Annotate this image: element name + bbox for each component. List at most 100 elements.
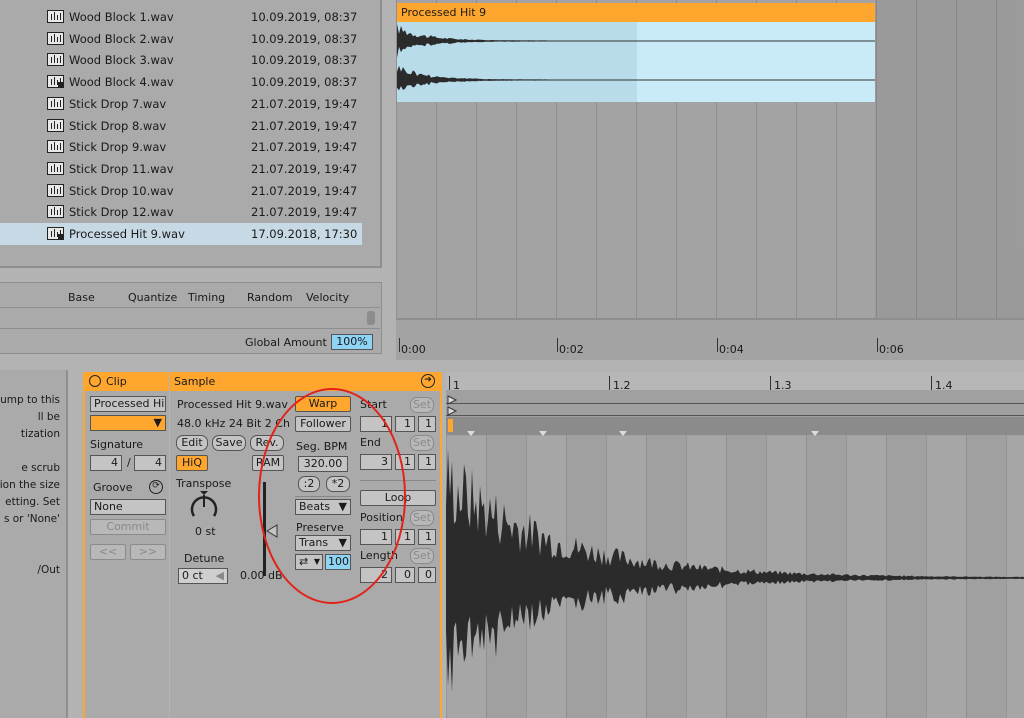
groove-header-quantize[interactable]: Quantize [128,291,177,304]
file-name: Processed Hit 9.wav [69,227,185,241]
length-set-button[interactable]: Set [410,548,434,564]
file-list-item[interactable]: Stick Drop 8.wav 21.07.2019, 19:47 [0,115,362,137]
warp-marker-orange[interactable] [448,419,453,432]
position-set-button[interactable]: Set [410,510,434,526]
detune-field[interactable]: 0 ct ◀ [178,568,228,584]
length-beat-field[interactable]: 0 [395,567,415,583]
warp-marker-triangle-icon[interactable] [539,431,547,436]
file-name: Wood Block 3.wav [69,53,174,68]
annotation-circle [258,388,406,604]
groove-hotswap-icon[interactable]: ⟳ [149,480,163,494]
arrangement-clip-body[interactable] [397,22,875,102]
clip-panel-header: Clip [85,372,169,391]
clip-activator-icon[interactable] [89,375,101,387]
file-list-item[interactable]: Stick Drop 10.wav 21.07.2019, 19:47 [0,180,362,202]
file-list-item[interactable]: Wood Block 4.wav 10.09.2019, 08:37 [0,71,362,93]
triangle-left-icon: ◀ [215,569,224,582]
info-view: ump to this ll be tization e scrub tion the … [0,370,68,718]
start-end-flags-icon[interactable] [447,395,459,419]
file-name: Stick Drop 12.wav [69,205,174,220]
groove-label: Groove [93,481,133,494]
time-tick [557,338,558,352]
prev-clip-button[interactable]: << [90,544,126,560]
file-date: 21.07.2019, 19:47 [251,140,358,155]
waveform-file-icon [47,183,64,197]
detune-value: 0 ct [182,569,203,582]
beat-label: 1.4 [935,379,953,392]
info-text-line: ll be [37,411,60,423]
sample-panel-title: Sample [174,375,216,388]
file-name: Wood Block 1.wav [69,10,174,24]
file-list-item[interactable]: Processed Hit 9.wav 17.09.2018, 17:30 [0,223,362,245]
end-sixteenth-field[interactable]: 1 [418,454,436,470]
file-list-item[interactable]: Wood Block 2.wav 10.09.2019, 08:37 [0,28,362,50]
waveform-file-icon [47,53,64,67]
warp-marker-lane[interactable] [446,417,1024,435]
file-date: 21.07.2019, 19:47 [251,183,358,198]
file-list-item[interactable]: Stick Drop 9.wav 21.07.2019, 19:47 [0,136,362,158]
warp-marker-triangle-icon[interactable] [467,431,475,436]
file-list-item[interactable]: Wood Block 1.wav 10.09.2019, 08:37 [0,6,362,28]
arrangement-waveform [397,22,875,102]
beat-label: 1.3 [774,379,792,392]
clip-panel-title: Clip [106,375,127,388]
start-beat-field[interactable]: 1 [395,416,415,432]
info-text-line: tization [20,428,60,440]
info-text-line: e scrub [21,462,60,474]
global-amount-field[interactable]: 100% [331,334,373,350]
time-tick [877,338,878,352]
groove-header-timing[interactable]: Timing [188,291,225,304]
file-list-item[interactable]: Stick Drop 7.wav 21.07.2019, 19:47 [0,93,362,115]
signature-denominator[interactable]: 4 [134,455,166,471]
groove-select[interactable]: None [90,499,166,515]
next-clip-button[interactable]: >> [130,544,166,560]
waveform-file-icon [47,75,64,89]
signature-numerator[interactable]: 4 [90,455,122,471]
lock-badge-icon [58,234,64,240]
save-button[interactable]: Save [212,435,246,451]
lock-badge-icon [58,82,64,89]
arrow-right-icon[interactable]: ➔ [421,374,435,388]
transpose-label: Transpose [176,477,232,490]
chevron-down-icon: ▼ [153,416,162,429]
hiq-button[interactable]: HiQ [176,455,208,471]
info-text-line: s or 'None' [3,513,60,525]
end-set-button[interactable]: Set [410,435,434,451]
start-set-button[interactable]: Set [410,397,434,413]
file-date: 10.09.2019, 08:37 [251,75,358,90]
file-name: Wood Block 2.wav [69,31,174,46]
file-list-item[interactable]: Stick Drop 11.wav 21.07.2019, 19:47 [0,158,362,180]
file-list-item[interactable]: Stick Drop 12.wav 21.07.2019, 19:47 [0,201,362,223]
file-name: Stick Drop 11.wav [69,161,174,176]
file-name: Stick Drop 9.wav [69,140,167,155]
gain-value: 0.00 dB [240,569,283,582]
time-tick [399,338,400,352]
groove-divider-2 [0,328,380,329]
info-text-line: /Out [37,564,60,576]
file-list-item[interactable]: Wood Block 3.wav 10.09.2019, 08:37 [0,49,362,71]
start-sixteenth-field[interactable]: 1 [418,416,436,432]
position-sixteenth-field[interactable]: 1 [418,529,436,545]
clip-loop-region [397,22,637,102]
clip-color-select[interactable]: ▼ [90,415,166,431]
transpose-knob-icon[interactable] [188,490,220,524]
groove-scrollbar[interactable] [367,311,375,325]
end-marker-line [446,415,1024,416]
arrangement-separator [396,318,1024,320]
waveform-file-icon [47,205,64,219]
groove-header-base[interactable]: Base [68,291,95,304]
commit-button[interactable]: Commit [90,519,166,535]
file-browser: Wood Block 1.wav 10.09.2019, 08:37 Wood Bl… [0,0,382,268]
time-label: 0:06 [879,343,904,356]
file-date: 10.09.2019, 08:37 [251,10,358,24]
length-sixteenth-field[interactable]: 0 [418,567,436,583]
file-date: 17.09.2018, 17:30 [251,227,358,241]
edit-button[interactable]: Edit [176,435,208,451]
beat-label: 1 [453,379,460,392]
warp-marker-triangle-icon[interactable] [811,431,819,436]
clip-name-field[interactable]: Processed Hi [90,396,166,412]
arrangement-clip-header[interactable]: Processed Hit 9 [397,3,875,22]
groove-header-velocity[interactable]: Velocity [306,291,349,304]
warp-marker-triangle-icon[interactable] [619,431,627,436]
groove-header-random[interactable]: Random [247,291,293,304]
